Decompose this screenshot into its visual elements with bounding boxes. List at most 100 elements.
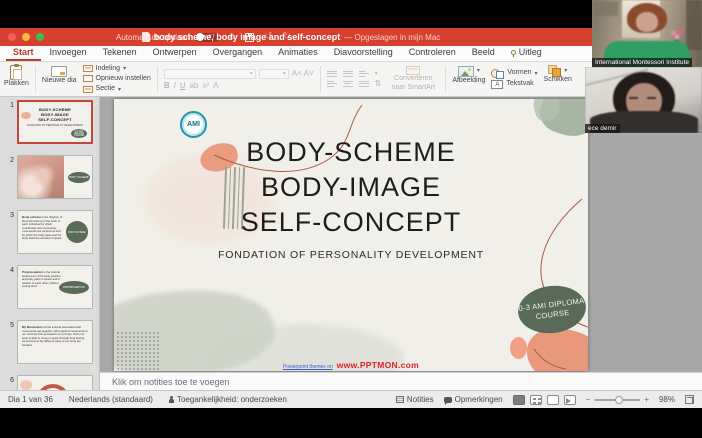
zoom-slider-knob[interactable] <box>615 395 623 404</box>
thumbnail-row-5: 5 My Movements All the internal associat… <box>0 320 93 364</box>
reset-button[interactable]: Opnieuw instellen <box>82 75 151 83</box>
new-slide-icon <box>51 66 68 77</box>
decor-blob <box>21 112 31 119</box>
italic-button[interactable]: I <box>174 81 176 90</box>
chevron-down-icon: ▾ <box>476 68 480 74</box>
convert-smartart-button[interactable]: Converteren naar SmartArt <box>387 64 439 94</box>
layout-icon <box>82 65 93 73</box>
tab-uitleg[interactable]: Uitleg <box>504 45 549 61</box>
slide-subtitle[interactable]: FONDATION OF PERSONALITY DEVELOPMENT <box>114 249 588 261</box>
grow-shrink-font[interactable]: A˄ A˅ <box>292 69 314 78</box>
superscript-button[interactable]: x² <box>203 81 210 90</box>
align-right-button[interactable] <box>358 80 369 87</box>
tab-beeld-label: Beeld <box>471 47 495 57</box>
picture-label: Afbeelding <box>452 77 486 84</box>
thumb3-body: is the diagram of the body built up in t… <box>22 215 63 241</box>
line-spacing-button[interactable]: ⇅ <box>375 79 382 88</box>
current-slide[interactable]: AMI BODY-SCHEME BODY-IMAGE SELF-CONCEPT … <box>114 99 588 371</box>
tab-diavoorstelling[interactable]: Diavoorstelling <box>327 45 400 61</box>
kitchen-shelf <box>594 2 618 16</box>
notes-pane[interactable]: Klik om notities toe te voegen <box>100 372 702 390</box>
shapes-textbox-group: Vormen ▾ A Tekstvak <box>491 64 538 94</box>
zoom-in-button[interactable]: + <box>644 395 649 404</box>
zoom-percent[interactable]: 98% <box>659 395 675 404</box>
video1-scene <box>592 0 702 67</box>
chevron-down-icon: ▾ <box>564 67 568 74</box>
chevron-down-icon: ▾ <box>123 66 127 73</box>
align-left-button[interactable] <box>326 80 337 87</box>
tab-tekenen[interactable]: Tekenen <box>96 45 144 61</box>
tab-start[interactable]: Start <box>6 45 41 61</box>
chevron-down-icon: ▾ <box>118 86 122 93</box>
tab-ontwerpen[interactable]: Ontwerpen <box>146 45 204 61</box>
fit-slide-icon[interactable] <box>685 395 694 404</box>
baby-photo <box>18 156 64 198</box>
arrange-button[interactable]: ▾ Schikken <box>544 64 572 94</box>
slide-thumbnail-1[interactable]: BODY-SCHEME BODY-IMAGE SELF-CONCEPT FOND… <box>17 100 93 144</box>
arrange-label: Schikken <box>543 76 572 83</box>
reading-view-button[interactable] <box>546 394 559 405</box>
comments-toggle-button[interactable]: Opmerkingen <box>443 395 503 405</box>
indent-button[interactable] <box>358 70 369 77</box>
ami-logo: AMI <box>180 111 207 138</box>
align-center-button[interactable] <box>342 80 353 87</box>
thumbnail-row-2: 2 BODY SCHEME <box>0 155 93 199</box>
slide-title-line3: SELF-CONCEPT <box>240 207 462 237</box>
zoom-out-button[interactable]: − <box>586 395 591 404</box>
textbox-button[interactable]: A Tekstvak <box>491 80 537 89</box>
reset-icon <box>82 75 93 83</box>
paste-button[interactable]: Plakken <box>4 64 29 94</box>
normal-view-button[interactable] <box>512 394 525 405</box>
accessibility-check[interactable]: Toegankelijkheid: onderzoeken <box>168 395 287 404</box>
tab-invoegen[interactable]: Invoegen <box>43 45 94 61</box>
numbering-button[interactable] <box>342 70 353 77</box>
slide-thumbnail-4[interactable]: Proprioception is the internal awareness… <box>17 265 93 309</box>
slide-canvas: AMI BODY-SCHEME BODY-IMAGE SELF-CONCEPT … <box>100 97 702 372</box>
tab-beeld[interactable]: Beeld <box>465 45 502 61</box>
bold-button[interactable]: B <box>164 81 170 90</box>
slide-thumbnail-6[interactable] <box>17 375 93 390</box>
font-name-select[interactable]: ▾ <box>163 68 256 79</box>
language-label[interactable]: Nederlands (standaard) <box>69 395 153 404</box>
thumb2-badge: BODY SCHEME <box>68 172 90 183</box>
thumb3-badge: BODY-SCHEME <box>66 221 88 243</box>
layout-button[interactable]: Indeling ▾ <box>82 65 151 73</box>
video-tile-2[interactable]: ece demir <box>585 67 702 133</box>
notes-toggle-button[interactable]: Notities <box>395 395 434 404</box>
slide-tools-group: Indeling ▾ Opnieuw instellen Sectie ▾ <box>82 64 151 94</box>
lightbulb-icon <box>510 49 516 57</box>
thumbnail-number: 5 <box>10 322 14 329</box>
tab-uitleg-label: Uitleg <box>518 47 542 57</box>
shapes-button[interactable]: Vormen ▾ <box>491 69 538 79</box>
decor-salmon-dot <box>510 337 527 359</box>
strikethrough-button[interactable]: ab <box>190 81 199 90</box>
paragraph-group: ▾ ⇅ <box>326 64 382 94</box>
thumbnail-number: 1 <box>10 102 14 109</box>
section-button[interactable]: Sectie ▾ <box>82 85 151 93</box>
font-size-select[interactable]: ▾ <box>258 68 289 79</box>
ami-logo-text: AMI <box>187 121 200 128</box>
diploma-course-badge: 0-3 AMI DIPLOMA COURSE <box>515 282 588 337</box>
tab-overgangen[interactable]: Overgangen <box>206 45 270 61</box>
credit-link[interactable]: www.PPTMON.com <box>337 360 419 370</box>
slide-title[interactable]: BODY-SCHEME BODY-IMAGE SELF-CONCEPT <box>114 135 588 240</box>
slide-thumbnail-2[interactable]: BODY SCHEME <box>17 155 93 199</box>
document-icon <box>141 31 151 42</box>
video-tile-1[interactable]: International Montessori Institute <box>592 0 702 67</box>
underline-button[interactable]: U <box>180 81 186 90</box>
new-slide-button[interactable]: Nieuwe dia <box>42 64 77 94</box>
font-color-button[interactable]: A <box>213 81 218 90</box>
slide-sorter-view-button[interactable] <box>529 394 542 405</box>
slide-thumbnail-3[interactable]: Body scheme is the diagram of the body b… <box>17 210 93 254</box>
section-icon <box>82 85 93 93</box>
picture-button[interactable]: ▾ Afbeelding <box>452 64 485 94</box>
tab-ontwerpen-label: Ontwerpen <box>152 47 197 57</box>
tab-controleren[interactable]: Controleren <box>402 45 463 61</box>
slideshow-button[interactable] <box>563 394 576 405</box>
slide-thumbnail-5[interactable]: My Movements All the internal associatio… <box>17 320 93 364</box>
zoom-slider[interactable] <box>594 395 641 404</box>
participant1-face <box>636 12 658 32</box>
bullets-button[interactable] <box>326 70 337 77</box>
tab-animaties[interactable]: Animaties <box>271 45 325 61</box>
clipboard-icon <box>10 64 23 80</box>
